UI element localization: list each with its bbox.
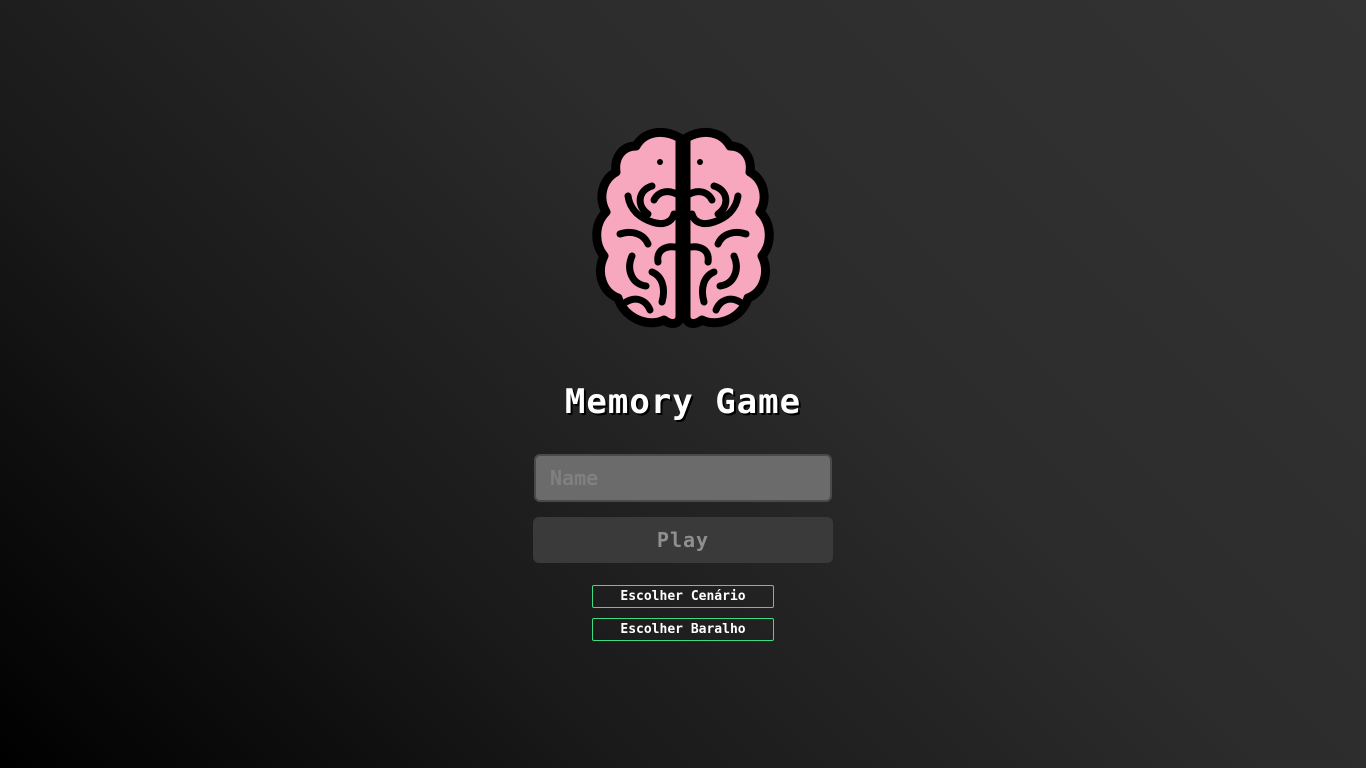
choose-scene-button[interactable]: Escolher Cenário <box>592 585 774 608</box>
name-input[interactable] <box>534 454 832 502</box>
brain-icon <box>592 127 774 328</box>
start-screen: Memory Game Play Escolher Cenário Escolh… <box>0 0 1366 768</box>
play-button[interactable]: Play <box>533 517 833 563</box>
game-title: Memory Game <box>564 382 802 422</box>
choose-deck-button[interactable]: Escolher Baralho <box>592 618 774 641</box>
